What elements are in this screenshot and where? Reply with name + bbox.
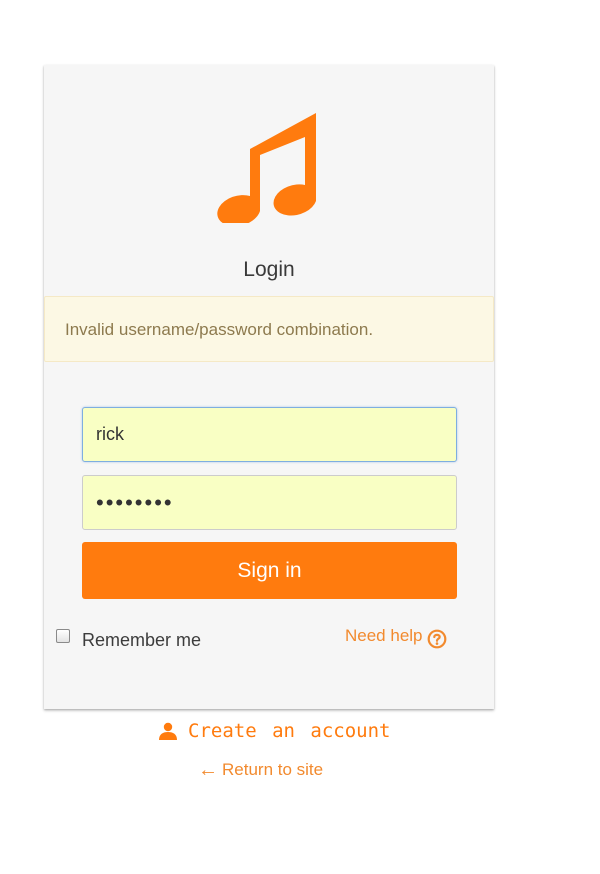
question-circle-icon[interactable] <box>427 629 447 649</box>
username-input[interactable]: rick <box>82 407 457 462</box>
left-arrow-icon: ← <box>198 759 218 781</box>
sign-in-button[interactable]: Sign in <box>82 542 457 599</box>
error-alert: Invalid username/password combination. <box>44 296 494 362</box>
remember-me: Remember me <box>56 628 201 651</box>
alert-message: Invalid username/password combination. <box>65 320 374 339</box>
music-note-icon <box>217 113 316 223</box>
remember-me-label[interactable]: Remember me <box>82 630 201 651</box>
page-title: Login <box>243 258 295 281</box>
remember-me-checkbox[interactable] <box>56 629 70 643</box>
return-to-site-link[interactable]: ← Return to site <box>198 758 323 781</box>
login-card: Login Invalid username/password combinat… <box>44 65 494 709</box>
create-account-label[interactable]: Create an account <box>188 720 390 742</box>
need-help-link[interactable]: Need help <box>345 626 447 649</box>
user-icon <box>159 722 177 740</box>
create-account-link[interactable]: Create an account <box>158 720 390 742</box>
password-input[interactable]: •••••••• <box>82 475 457 530</box>
need-help-label[interactable]: Need help <box>345 626 423 646</box>
return-to-site-label[interactable]: Return to site <box>222 760 323 780</box>
